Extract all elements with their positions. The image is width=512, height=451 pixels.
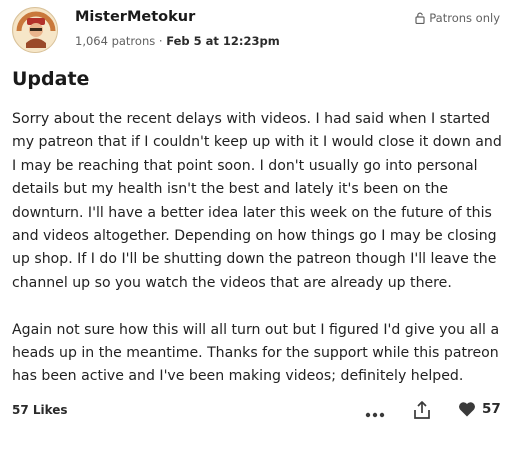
meta-separator: · [158, 34, 163, 48]
like-button[interactable]: 57 [458, 401, 501, 417]
likes-count-link[interactable]: 57 Likes [12, 403, 68, 417]
author-name[interactable]: MisterMetokur [75, 9, 195, 25]
visibility-label: Patrons only [429, 11, 500, 25]
like-count: 57 [482, 401, 501, 417]
visibility-badge: Patrons only [415, 11, 500, 25]
share-button[interactable] [413, 400, 431, 420]
heart-icon [459, 402, 475, 417]
avatar[interactable] [12, 7, 58, 53]
post-title: Update [12, 68, 90, 90]
more-options-button[interactable] [365, 405, 385, 418]
more-icon [365, 412, 385, 418]
share-icon [414, 401, 430, 419]
lock-icon [415, 12, 425, 24]
post-date[interactable]: Feb 5 at 12:23pm [166, 34, 280, 48]
post-body: Sorry about the recent delays with video… [12, 108, 504, 412]
post-paragraph: Again not sure how this will all turn ou… [12, 321, 500, 385]
avatar-image [14, 9, 57, 52]
post-meta: 1,064 patrons · Feb 5 at 12:23pm [75, 34, 280, 48]
patron-count: 1,064 patrons [75, 34, 156, 48]
post-paragraph: Sorry about the recent delays with video… [12, 111, 502, 291]
